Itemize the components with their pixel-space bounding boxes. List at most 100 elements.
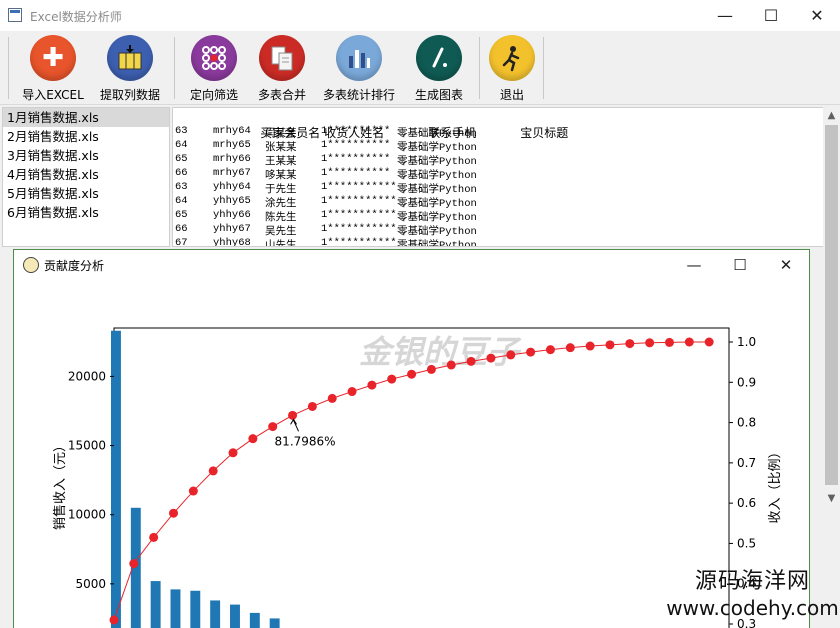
table-cell: 零基础学Python <box>397 142 477 154</box>
scroll-down-arrow-icon[interactable]: ▼ <box>823 490 840 507</box>
running-man-icon <box>489 35 535 81</box>
column-header: 宝贝标题 <box>520 127 569 141</box>
chart-plot-area: 50001000015000200000.30.40.50.60.70.80.9… <box>68 327 756 628</box>
window-title: Excel数据分析师 <box>30 10 122 24</box>
table-cell: yhhy67 <box>213 223 251 235</box>
table-cell: 65 <box>175 153 188 165</box>
file-list-item[interactable]: 6月销售数据.xls <box>3 203 169 222</box>
brand-watermark-line2: www.codehy.com <box>666 596 839 620</box>
annotation-arrowhead <box>290 418 297 425</box>
table-cell: 66 <box>175 223 188 235</box>
table-cell: 零基础学Python <box>397 184 477 196</box>
table-cell: yhhy66 <box>213 209 251 221</box>
bar <box>210 600 221 628</box>
toolbar-separator <box>8 37 9 99</box>
cumulative-point <box>367 380 377 390</box>
table-cell: 哆某某 <box>265 170 297 182</box>
pen-chart-icon <box>416 35 462 81</box>
exit-button[interactable]: 退出 <box>486 35 538 103</box>
dialog-minimize-button[interactable]: — <box>671 250 717 280</box>
table-cell: 张某某 <box>265 142 297 154</box>
cumulative-point <box>605 340 615 350</box>
import-excel-button[interactable]: ✚ 导入EXCEL <box>22 35 84 103</box>
table-cell: mrhy64 <box>213 125 251 137</box>
table-cell: 64 <box>175 195 188 207</box>
table-cell: 零基础学Python <box>397 198 477 210</box>
cumulative-point <box>466 356 476 366</box>
table-cell: mrhy67 <box>213 167 251 179</box>
cumulative-point <box>526 347 536 357</box>
table-cell: 1*********** <box>321 223 397 235</box>
brand-watermark: 源码海洋网 www.codehy.com <box>665 569 840 621</box>
table-cell: 王某某 <box>265 156 297 168</box>
file-list-item[interactable]: 2月销售数据.xls <box>3 127 169 146</box>
dialog-close-button[interactable]: ✕ <box>763 250 809 280</box>
column-extract-icon <box>107 35 153 81</box>
scroll-thumb[interactable] <box>825 125 838 485</box>
filter-dots-icon <box>191 35 237 81</box>
table-cell: yhhy64 <box>213 181 251 193</box>
scroll-up-arrow-icon[interactable]: ▲ <box>823 107 840 124</box>
app-icon <box>8 8 22 22</box>
file-list-item[interactable]: 1月销售数据.xls <box>3 108 169 127</box>
dialog-title: 贡献度分析 <box>44 259 105 273</box>
cumulative-point <box>664 337 674 347</box>
table-cell: 63 <box>175 181 188 193</box>
table-cell: 零基础学Python <box>397 170 477 182</box>
cumulative-point <box>109 615 119 625</box>
table-cell: 零基础学Python <box>397 226 477 238</box>
extract-column-button[interactable]: 提取列数据 <box>96 35 164 103</box>
dialog-app-icon <box>23 257 39 273</box>
cumulative-point <box>407 369 417 379</box>
merge-tables-button[interactable]: 多表合并 <box>252 35 312 103</box>
y2-tick-label: 0.9 <box>737 375 756 389</box>
directed-filter-button[interactable]: 定向筛选 <box>184 35 244 103</box>
minimize-button[interactable]: — <box>702 0 748 31</box>
data-table-pane: 买家会员名 收货人姓名 联系手机 宝贝标题 63 mrhy64 闫某某 1*********… <box>172 107 832 247</box>
close-button[interactable]: ✕ <box>794 0 840 31</box>
cumulative-point <box>327 393 337 403</box>
vertical-scrollbar[interactable]: ▲ ▼ <box>823 107 840 507</box>
dialog-title-bar: 贡献度分析 — ☐ ✕ <box>14 250 809 280</box>
chart-watermark: 金银的豆子 <box>359 333 522 371</box>
cumulative-point <box>704 337 714 347</box>
dialog-maximize-button[interactable]: ☐ <box>717 250 763 280</box>
cumulative-point <box>506 350 516 360</box>
title-bar: Excel数据分析师 — ☐ ✕ <box>0 0 840 31</box>
table-cell: 于先生 <box>265 184 297 196</box>
table-cell: yhhy65 <box>213 195 251 207</box>
table-cell: 闫某某 <box>265 128 297 140</box>
bar <box>269 618 280 628</box>
table-cell: 1*********** <box>321 209 397 221</box>
documents-merge-icon <box>259 35 305 81</box>
table-cell: 63 <box>175 125 188 137</box>
maximize-button[interactable]: ☐ <box>748 0 794 31</box>
file-list-item[interactable]: 3月销售数据.xls <box>3 146 169 165</box>
import-excel-label: 导入EXCEL <box>22 88 84 102</box>
table-cell: 1********** <box>321 139 391 151</box>
file-list-item[interactable]: 4月销售数据.xls <box>3 165 169 184</box>
table-cell: mrhy66 <box>213 153 251 165</box>
table-cell: 零基础学Python <box>397 240 477 247</box>
y2-tick-label: 0.5 <box>737 536 756 550</box>
cumulative-point <box>307 401 317 411</box>
generate-chart-label: 生成图表 <box>414 88 463 102</box>
extract-column-label: 提取列数据 <box>99 88 160 102</box>
y-tick-label: 5000 <box>75 577 106 591</box>
y2-tick-label: 0.7 <box>737 456 756 470</box>
generate-chart-button[interactable]: 生成图表 <box>408 35 470 103</box>
file-list-item[interactable]: 5月销售数据.xls <box>3 184 169 203</box>
bar <box>170 589 181 628</box>
cumulative-point <box>188 486 198 496</box>
table-cell: 涂先生 <box>265 198 297 210</box>
multi-table-ranking-button[interactable]: 多表统计排行 <box>320 35 398 103</box>
y-tick-label: 10000 <box>68 508 106 522</box>
table-cell: 零基础学Python <box>397 128 477 140</box>
y2-tick-label: 0.6 <box>737 496 756 510</box>
y-tick-label: 15000 <box>68 439 106 453</box>
table-cell: 1*********** <box>321 181 397 193</box>
y2-tick-label: 0.8 <box>737 416 756 430</box>
merge-tables-label: 多表合并 <box>257 88 306 102</box>
directed-filter-label: 定向筛选 <box>189 88 238 102</box>
chart-annotation: 81.7986% <box>275 434 336 448</box>
